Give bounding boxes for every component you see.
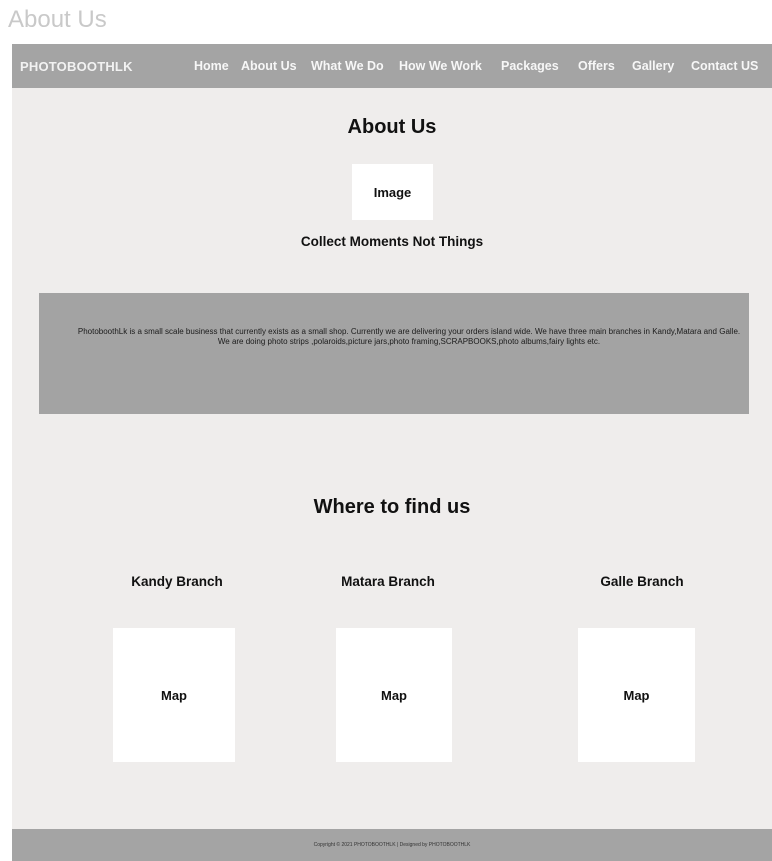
tagline: Collect Moments Not Things xyxy=(300,234,484,249)
about-title: About Us xyxy=(347,116,437,138)
nav-link-how-we-work[interactable]: How We Work xyxy=(399,59,482,73)
page-label: About Us xyxy=(8,6,107,33)
about-description-panel: PhotoboothLk is a small scale business t… xyxy=(39,293,749,414)
wireframe-page: PHOTOBOOTHLK Home About Us What We Do Ho… xyxy=(12,44,772,861)
nav-link-what-we-do[interactable]: What We Do xyxy=(311,59,384,73)
image-placeholder-label: Image xyxy=(373,184,412,200)
nav-link-gallery[interactable]: Gallery xyxy=(632,59,674,73)
nav-link-offers[interactable]: Offers xyxy=(578,59,615,73)
map-label: Map xyxy=(381,687,407,703)
map-label: Map xyxy=(623,687,650,703)
navbar: PHOTOBOOTHLK Home About Us What We Do Ho… xyxy=(12,44,772,88)
nav-link-packages[interactable]: Packages xyxy=(501,59,559,73)
about-image-placeholder: Image xyxy=(352,164,433,220)
kandy-map-placeholder[interactable]: Map xyxy=(113,628,235,762)
nav-link-about-us[interactable]: About Us xyxy=(241,59,297,73)
nav-link-home[interactable]: Home xyxy=(194,59,229,73)
matara-map-placeholder[interactable]: Map xyxy=(336,628,452,762)
galle-map-placeholder[interactable]: Map xyxy=(578,628,695,762)
footer-copyright: Copyright © 2021 PHOTOBOOTHLK | Designed… xyxy=(313,842,471,848)
brand-logo[interactable]: PHOTOBOOTHLK xyxy=(20,59,133,74)
nav-link-contact-us[interactable]: Contact US xyxy=(691,59,758,73)
matara-branch-title: Matara Branch xyxy=(341,574,435,589)
galle-branch-title: Galle Branch xyxy=(600,574,684,589)
description-line-1: PhotoboothLk is a small scale business t… xyxy=(77,327,741,336)
footer: Copyright © 2021 PHOTOBOOTHLK | Designed… xyxy=(12,829,772,861)
kandy-branch-title: Kandy Branch xyxy=(131,574,223,589)
map-label: Map xyxy=(161,687,187,703)
about-description: PhotoboothLk is a small scale business t… xyxy=(75,327,743,346)
description-line-2: We are doing photo strips ,polaroids,pic… xyxy=(217,336,601,346)
locations-title: Where to find us xyxy=(313,496,471,518)
